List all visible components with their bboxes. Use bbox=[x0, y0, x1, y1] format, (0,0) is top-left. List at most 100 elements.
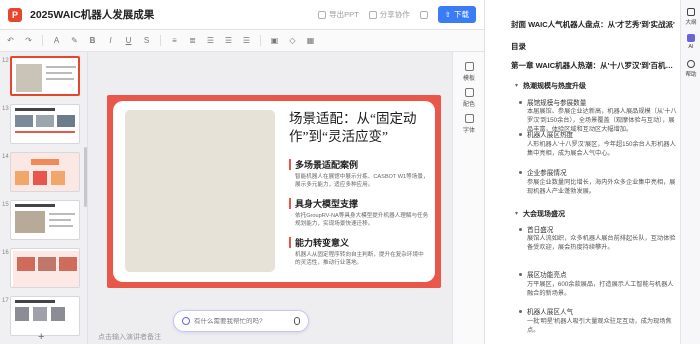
toolbar-divider bbox=[160, 35, 161, 46]
bold-icon[interactable]: B bbox=[88, 36, 97, 45]
outline-item[interactable]: 机器人展区热度 bbox=[527, 129, 677, 139]
section-text: 机器人从固定程序转向自主判断，提升在复杂环境中的灵活性，推动行业落地。 bbox=[295, 252, 424, 266]
template-tool[interactable]: 模板 bbox=[453, 62, 485, 82]
insert-table-icon[interactable]: ▦ bbox=[306, 36, 315, 45]
numbered-list-icon[interactable]: ≣ bbox=[188, 36, 197, 45]
italic-icon[interactable]: I bbox=[106, 36, 115, 45]
align-left-icon[interactable]: ☰ bbox=[206, 36, 215, 45]
outline-item[interactable]: 展馆规模与参展数量 bbox=[527, 97, 677, 107]
outline-item[interactable]: 目录 bbox=[511, 41, 677, 52]
share-button[interactable]: 分享协作 bbox=[368, 9, 410, 20]
microphone-icon[interactable] bbox=[294, 317, 300, 325]
undo-icon[interactable]: ↶ bbox=[6, 36, 15, 45]
bullet-icon bbox=[519, 171, 522, 174]
speaker-notes-placeholder[interactable]: 点击输入演讲者备注 bbox=[98, 332, 161, 342]
current-slide[interactable]: 场景适配：从“固定动作”到“灵活应变” 多场景适配案例 智能机器人在展馆中展示分… bbox=[107, 95, 441, 288]
insert-shape-icon[interactable]: ◇ bbox=[288, 36, 297, 45]
color-scheme-tool[interactable]: 配色 bbox=[453, 88, 485, 108]
outline-paragraph[interactable]: 万平展区，600余款展品，打造展示人工智能与机器人融合的新场景。 bbox=[527, 280, 677, 298]
outline-paragraph[interactable]: 展馆人流如织，众多机器人展台前排起长队，互动体验备受欢迎，展会热度持续攀升。 bbox=[527, 234, 677, 261]
thumb-image bbox=[51, 307, 65, 321]
rail-ai[interactable]: AI bbox=[681, 34, 700, 50]
slide-section[interactable]: 能力转变意义 机器人从固定程序转向自主判断，提升在复杂环境中的灵活性，推动行业落… bbox=[289, 236, 429, 267]
thumb-image bbox=[16, 64, 42, 92]
section-accent-bar bbox=[289, 237, 291, 248]
outline-item[interactable]: 首日盛况 bbox=[527, 224, 677, 234]
file-icon bbox=[318, 10, 327, 19]
ai-icon bbox=[687, 34, 695, 42]
slide-thumbnail[interactable] bbox=[10, 56, 80, 96]
thumbnail-row[interactable]: 16 bbox=[2, 248, 86, 292]
thumb-image bbox=[51, 171, 65, 185]
align-right-icon[interactable]: ☰ bbox=[242, 36, 251, 45]
ai-prompt-field[interactable] bbox=[194, 317, 290, 325]
strikethrough-icon[interactable]: S bbox=[142, 36, 151, 45]
thumb-image bbox=[33, 171, 47, 185]
outline-paragraph[interactable]: 一批'明星'机器人吸引大量观众驻足互动，成为现场焦点。 bbox=[527, 317, 677, 335]
thumb-image bbox=[15, 307, 29, 321]
slide-thumbnail[interactable] bbox=[10, 104, 80, 144]
collapse-caret-icon[interactable]: ▾ bbox=[515, 210, 518, 217]
font-color-icon[interactable]: A bbox=[52, 36, 61, 45]
bullet-icon bbox=[519, 133, 522, 136]
slide-thumbnail[interactable] bbox=[10, 200, 80, 240]
align-center-icon[interactable]: ☰ bbox=[224, 36, 233, 45]
outline-icon bbox=[687, 8, 695, 16]
ai-sparkle-icon bbox=[182, 317, 190, 325]
export-ppt-button[interactable]: 导出PPT bbox=[318, 9, 359, 20]
upload-icon: ⇧ bbox=[444, 10, 451, 19]
right-rail: 大纲 AI 帮助 bbox=[680, 0, 700, 344]
add-slide-icon[interactable]: + bbox=[38, 331, 44, 343]
outline-item[interactable]: 机器人展区人气 bbox=[527, 306, 677, 316]
collapse-caret-icon[interactable]: ▾ bbox=[515, 82, 518, 89]
slide-title[interactable]: 场景适配：从“固定动作”到“灵活应变” bbox=[289, 110, 429, 146]
ai-assistant-input[interactable] bbox=[173, 310, 309, 332]
thumbnail-row[interactable]: 12 bbox=[2, 56, 86, 100]
redo-icon[interactable]: ↷ bbox=[24, 36, 33, 45]
outline-item[interactable]: 大会现场盛况 bbox=[523, 209, 677, 219]
bullet-icon bbox=[519, 310, 522, 313]
outline-item[interactable]: 封面 WAIC人气机器人盘点：从'才艺秀'到'实战派' bbox=[511, 19, 677, 30]
thumbnail-row[interactable]: 14 bbox=[2, 152, 86, 196]
help-icon bbox=[687, 60, 695, 68]
format-toolbar: ↶ ↷ A ✎ B I U S ≡ ≣ ☰ ☰ ☰ ▣ ◇ ▦ bbox=[0, 30, 484, 52]
slide-canvas: 场景适配：从“固定动作”到“灵活应变” 多场景适配案例 智能机器人在展馆中展示分… bbox=[88, 52, 452, 344]
slide-section[interactable]: 具身大模型支撑 依托GroupRV-NA等具身大模型提升机器人理解与任务规划能力… bbox=[289, 197, 429, 228]
outline-item[interactable]: 展区功能亮点 bbox=[527, 269, 677, 279]
thumb-title bbox=[15, 204, 55, 207]
download-button[interactable]: ⇧ 下载 bbox=[437, 6, 476, 23]
bullet-icon bbox=[519, 273, 522, 276]
rail-help[interactable]: 帮助 bbox=[681, 60, 700, 78]
section-text: 智能机器人在展馆中展示分拣、CASBOT W1等场景，展示多元能力，适应多种应用… bbox=[295, 174, 429, 188]
slide-thumbnail[interactable] bbox=[10, 152, 80, 192]
brush-icon[interactable]: ✎ bbox=[70, 36, 79, 45]
thumbnails-scrollbar[interactable] bbox=[84, 147, 87, 207]
outline-paragraph[interactable]: 参展企业数量同比增长，海内外众多企业集中亮相，展现机器人产业蓬勃发展。 bbox=[527, 178, 677, 196]
thumb-line bbox=[49, 213, 75, 215]
document-title[interactable]: 2025WAIC机器人发展成果 bbox=[30, 7, 154, 22]
outline-panel: 封面 WAIC人气机器人盘点：从'才艺秀'到'实战派' 目录 第一章 WAIC机… bbox=[484, 0, 680, 344]
outline-item[interactable]: 企业参展情况 bbox=[527, 167, 677, 177]
outline-paragraph[interactable]: 人形机器人'十八罗汉'展区，今年超150余台人形机器人集中亮相，成为展会人气中心… bbox=[527, 140, 677, 158]
thumbnail-row[interactable]: 13 bbox=[2, 104, 86, 148]
thumbnail-row[interactable]: 15 bbox=[2, 200, 86, 244]
rail-outline[interactable]: 大纲 bbox=[681, 8, 700, 26]
share-icon bbox=[368, 10, 377, 19]
thumb-title bbox=[15, 300, 55, 303]
thumb-line bbox=[49, 225, 73, 227]
outline-item[interactable]: 热潮规模与热度升级 bbox=[523, 81, 677, 91]
font-tool[interactable]: 字体 bbox=[453, 114, 485, 134]
section-heading: 能力转变意义 bbox=[295, 238, 350, 248]
more-button[interactable] bbox=[419, 10, 428, 19]
slide-thumbnail[interactable] bbox=[10, 296, 80, 336]
underline-icon[interactable]: U bbox=[124, 36, 133, 45]
outline-item[interactable]: 第一章 WAIC机器人热潮：从'十八罗汉'到'百机争鸣' bbox=[511, 60, 677, 71]
slide-image-placeholder[interactable] bbox=[125, 110, 275, 272]
slide-section[interactable]: 多场景适配案例 智能机器人在展馆中展示分拣、CASBOT W1等场景，展示多元能… bbox=[289, 158, 429, 189]
thumb-title bbox=[15, 108, 55, 111]
section-accent-bar bbox=[289, 198, 291, 209]
insert-image-icon[interactable]: ▣ bbox=[270, 36, 279, 45]
bullet-list-icon[interactable]: ≡ bbox=[170, 36, 179, 45]
slide-thumbnail[interactable] bbox=[10, 248, 80, 288]
slide-content-area: 场景适配：从“固定动作”到“灵活应变” 多场景适配案例 智能机器人在展馆中展示分… bbox=[113, 101, 435, 282]
